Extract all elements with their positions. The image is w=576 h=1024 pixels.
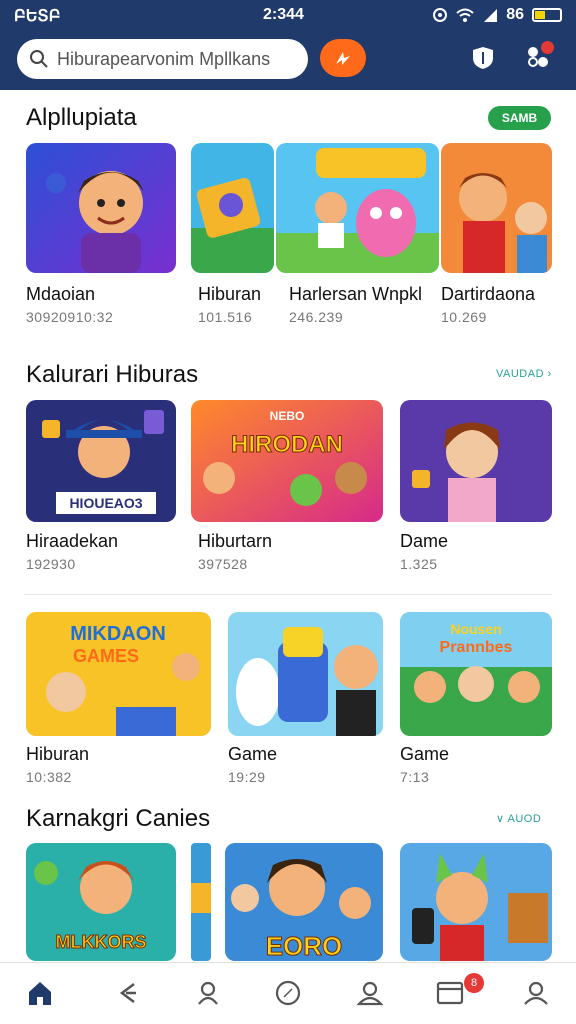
game-thumbnail xyxy=(400,843,552,961)
section4-see-more-link[interactable]: ∨ AUOD xyxy=(496,812,541,825)
game-subtitle: 192930 xyxy=(26,556,76,572)
home-icon xyxy=(29,982,51,1005)
game-subtitle: 397528 xyxy=(198,556,248,572)
game-title: Dartirdaona xyxy=(441,284,536,304)
game-title: Hiburan xyxy=(198,284,262,304)
game-subtitle: 1.325 xyxy=(400,556,438,572)
alarm-icon xyxy=(433,8,448,22)
compass-icon xyxy=(275,980,301,1006)
game-thumbnail: MIKDAON GAMES xyxy=(26,612,211,736)
section2-title: Kalurari Hiburas xyxy=(26,361,199,388)
bolt-icon xyxy=(336,52,350,65)
game-title: Dame xyxy=(400,531,449,551)
game-title: Hiburan xyxy=(26,744,90,764)
game-title: Game xyxy=(228,744,278,764)
game-thumbnail xyxy=(400,400,552,522)
game-thumbnail xyxy=(191,143,274,273)
game-title: Mdaoian xyxy=(26,284,96,304)
thumb-art-text: MLKKORS xyxy=(56,932,147,952)
status-bar: ԲԵՏԲ 2:344 86 xyxy=(0,4,576,26)
game-subtitle: 246.239 xyxy=(289,309,344,325)
nav-library[interactable] xyxy=(434,977,466,1009)
status-clock: 2:344 xyxy=(263,6,304,23)
section1-pill-button[interactable]: SAMB xyxy=(488,106,551,130)
game-subtitle: 7:13 xyxy=(400,769,430,785)
game-thumbnail xyxy=(441,143,552,273)
nav-profile[interactable] xyxy=(192,977,224,1009)
thumb-art-subtext: NEBO xyxy=(270,409,305,423)
game-subtitle: 10.269 xyxy=(441,309,487,325)
game-thumbnail: Nousen Prannbes xyxy=(400,612,552,736)
section-divider xyxy=(24,594,552,595)
game-thumbnail: MLKKORS xyxy=(26,843,176,961)
search-input[interactable] xyxy=(57,48,287,70)
game-thumbnail xyxy=(191,843,211,961)
game-thumbnail xyxy=(276,143,439,273)
game-thumbnail: EORO xyxy=(225,843,383,961)
user-icon xyxy=(198,981,218,1005)
game-thumbnail: NEBO HIRODAN xyxy=(191,400,383,522)
profile-icon xyxy=(524,981,548,1005)
thumb-art-text: EORO xyxy=(266,931,343,961)
nav-home[interactable] xyxy=(24,977,56,1009)
thumb-art-text: HIRODAN xyxy=(231,431,343,458)
search-bar[interactable] xyxy=(17,39,308,79)
game-title: Harlersan Wnpkl xyxy=(289,284,423,304)
nav-settings-profile[interactable] xyxy=(520,977,552,1009)
thumb-art-subtext: GAMES xyxy=(73,646,139,666)
status-icons: 86 xyxy=(432,6,562,24)
game-title: Hiburtarn xyxy=(198,531,273,551)
bottom-navigation: 8 xyxy=(0,962,576,1024)
thumb-art-subtext: Prannbes xyxy=(440,639,513,656)
game-title: Game xyxy=(400,744,450,764)
notification-badge xyxy=(541,41,554,54)
section2-see-more-link[interactable]: VAUDAD › xyxy=(496,368,552,380)
nav-library-badge: 8 xyxy=(464,973,484,993)
section4-title: Karnakgri Canies xyxy=(26,805,211,832)
battery-fill xyxy=(535,11,546,19)
shield-button[interactable] xyxy=(470,45,496,71)
search-icon xyxy=(30,50,48,68)
game-thumbnail: HIOUEAO3 xyxy=(26,400,176,522)
game-title: Hiraadekan xyxy=(26,531,119,551)
game-subtitle: 10:382 xyxy=(26,769,72,785)
nav-account[interactable] xyxy=(354,977,386,1009)
person-icon xyxy=(356,981,384,1006)
section1-title: Alpllupiata xyxy=(26,104,137,131)
game-subtitle: 101.516 xyxy=(198,309,253,325)
game-subtitle: 30920910:32 xyxy=(26,309,114,325)
battery-percent: 86 xyxy=(506,6,524,23)
back-arrow-icon xyxy=(119,983,136,1003)
wifi-icon xyxy=(456,8,474,22)
game-thumbnail xyxy=(26,143,176,273)
window-icon xyxy=(436,981,464,1005)
battery-icon xyxy=(532,8,562,22)
game-thumbnail xyxy=(228,612,383,736)
promo-button[interactable] xyxy=(320,39,366,77)
thumb-art-text: Nousen xyxy=(450,621,501,637)
thumb-art-text: MIKDAON xyxy=(70,623,166,645)
nav-explore[interactable] xyxy=(272,977,304,1009)
shield-icon xyxy=(473,47,493,69)
nav-back[interactable] xyxy=(111,977,143,1009)
thumb-art-text: HIOUEAO3 xyxy=(69,495,142,511)
apps-menu-button[interactable] xyxy=(524,41,554,73)
game-subtitle: 19:29 xyxy=(228,769,266,785)
app-header: ԲԵՏԲ 2:344 86 xyxy=(0,0,576,90)
signal-icon xyxy=(484,9,498,22)
status-carrier: ԲԵՏԲ xyxy=(14,8,61,25)
